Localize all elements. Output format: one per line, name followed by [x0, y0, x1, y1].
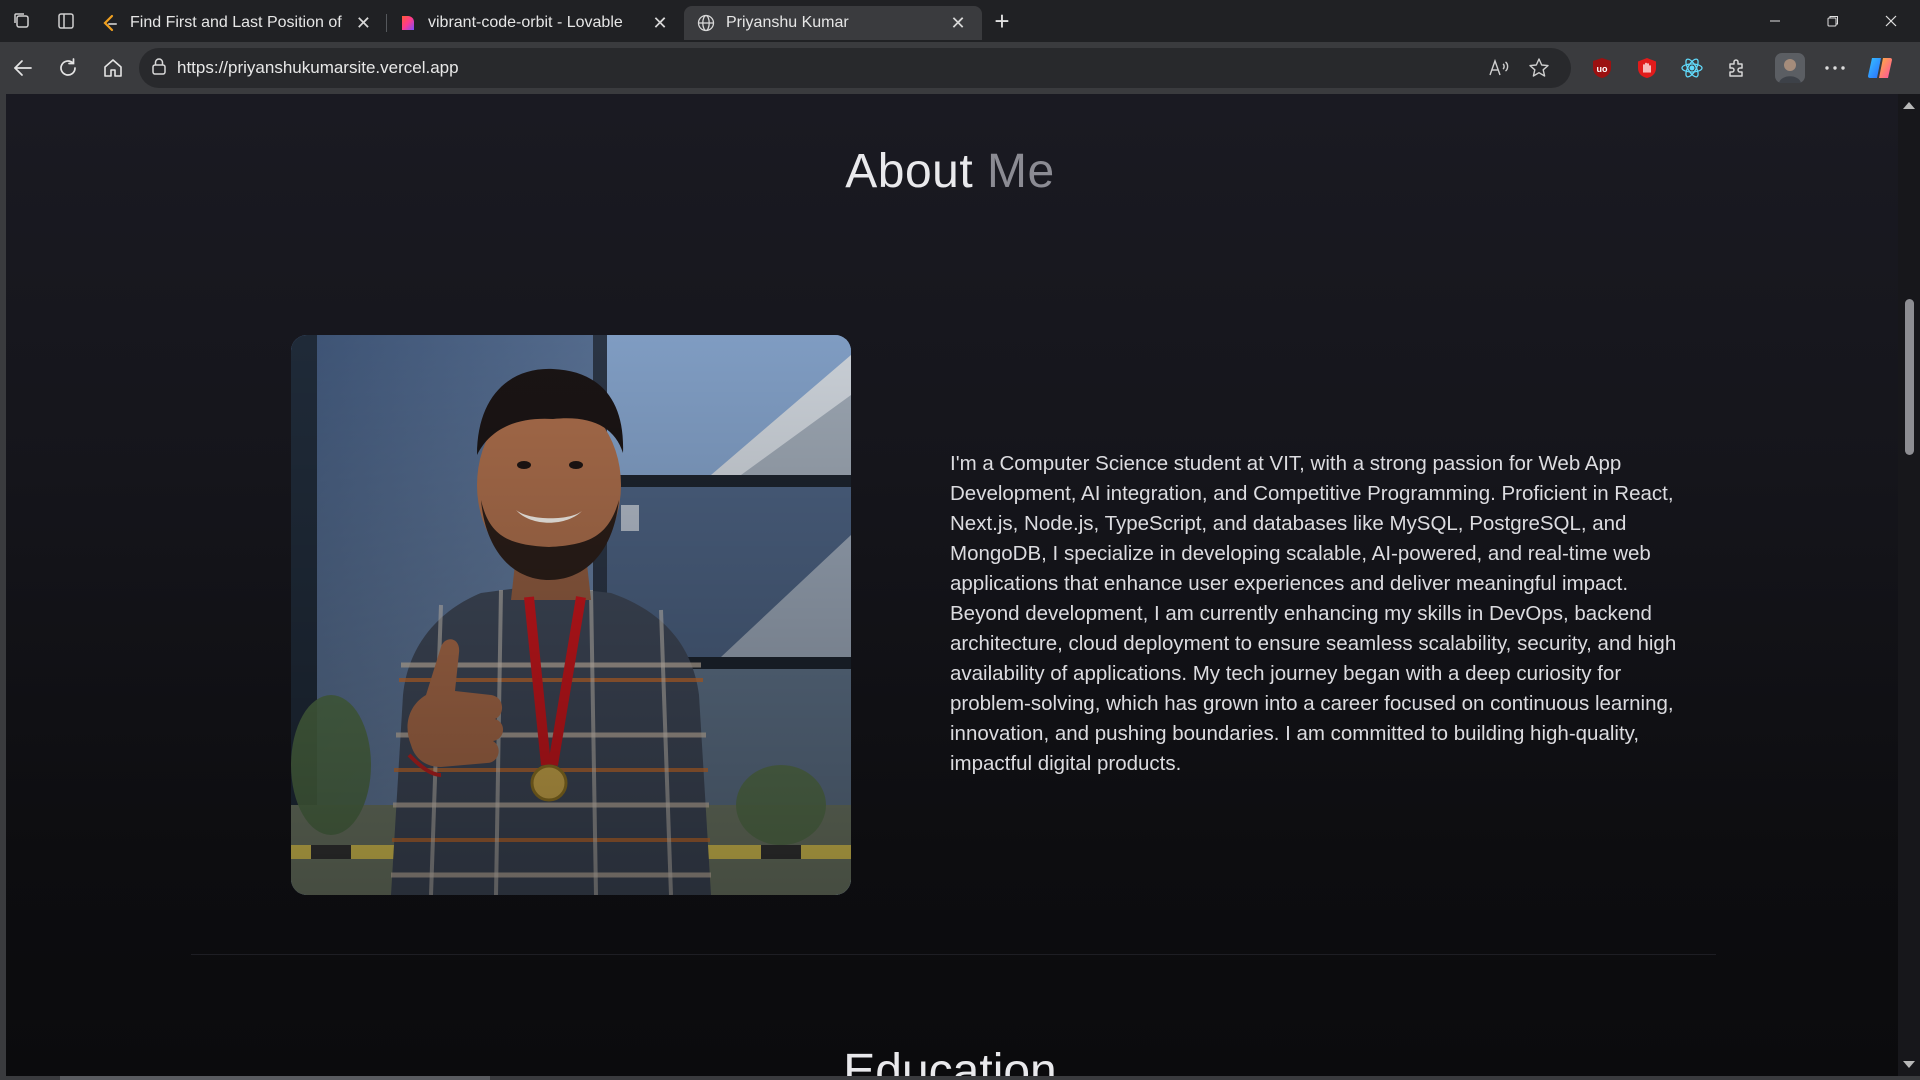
address-bar[interactable]: https://priyanshukumarsite.vercel.app: [139, 48, 1571, 88]
react-atom-icon: [1680, 58, 1703, 78]
restore-button[interactable]: [1804, 0, 1862, 42]
lovable-heart-icon: [398, 13, 418, 33]
scroll-thumb[interactable]: [1905, 299, 1914, 455]
ublock-origin-icon: uo: [1592, 58, 1611, 78]
copilot-button[interactable]: [1857, 48, 1902, 88]
close-tab-icon[interactable]: ✕: [353, 11, 374, 35]
refresh-button[interactable]: [45, 48, 90, 88]
read-aloud-icon[interactable]: [1479, 52, 1519, 84]
education-section-title: Education: [843, 1045, 1057, 1076]
title-main: About: [845, 145, 974, 198]
home-icon: [103, 59, 122, 77]
profile-photo: [291, 335, 851, 895]
page-viewport: About Me I'm a Computer Science student …: [6, 94, 1898, 1076]
workspaces-button[interactable]: [0, 0, 44, 42]
minimize-button[interactable]: [1746, 0, 1804, 42]
restore-icon: [1827, 16, 1838, 27]
lock-icon[interactable]: [151, 57, 167, 80]
tab-title: Priyanshu Kumar: [726, 14, 849, 31]
back-arrow-icon: [13, 60, 32, 76]
url-text[interactable]: https://priyanshukumarsite.vercel.app: [177, 58, 1479, 78]
ublock-extension-button[interactable]: uo: [1579, 48, 1624, 88]
back-button[interactable]: [0, 48, 45, 88]
puzzle-piece-icon: [1728, 59, 1743, 77]
vertical-tabs-icon: [58, 13, 74, 29]
close-tab-icon[interactable]: ✕: [946, 11, 970, 35]
section-divider: [191, 954, 1716, 955]
globe-icon: [696, 13, 716, 33]
window-controls: [1746, 0, 1920, 42]
ellipsis-icon: [1824, 66, 1845, 70]
horizontal-scroll-indicator: [60, 1076, 490, 1080]
leetcode-icon: [100, 13, 120, 33]
profile-photo-illustration: [291, 335, 851, 895]
about-section-title: About Me: [6, 144, 1894, 199]
minimize-icon: [1770, 20, 1780, 22]
hand-extension-button[interactable]: [1624, 48, 1669, 88]
page-scrollbar[interactable]: [1898, 94, 1920, 1076]
more-options-button[interactable]: [1812, 48, 1857, 88]
tab-portfolio[interactable]: Priyanshu Kumar ✕: [684, 6, 982, 40]
plus-icon: +: [994, 5, 1010, 36]
tab-title: Find First and Last Position of Eler: [130, 14, 345, 31]
title-accent: Me: [987, 145, 1055, 198]
profile-button[interactable]: [1767, 48, 1812, 88]
home-button[interactable]: [90, 48, 135, 88]
vertical-tabs-button[interactable]: [44, 0, 88, 42]
close-tab-icon[interactable]: ✕: [648, 11, 672, 35]
close-window-button[interactable]: [1862, 0, 1920, 42]
tab-lovable[interactable]: vibrant-code-orbit - Lovable ✕: [386, 6, 684, 40]
react-devtools-button[interactable]: [1669, 48, 1714, 88]
close-icon: [1885, 15, 1897, 27]
copilot-icon: [1867, 58, 1892, 78]
svg-text:uo: uo: [1596, 64, 1607, 74]
navigation-bar: https://priyanshukumarsite.vercel.app uo: [0, 42, 1920, 94]
workspaces-icon: [14, 13, 29, 28]
new-tab-button[interactable]: +: [982, 0, 1022, 42]
favorite-star-icon[interactable]: [1519, 52, 1559, 84]
tab-title: vibrant-code-orbit - Lovable: [428, 14, 623, 31]
red-hand-icon: [1637, 58, 1656, 78]
window-bottom-edge: [0, 1076, 1920, 1080]
scroll-down-arrow-icon[interactable]: [1903, 1061, 1915, 1068]
refresh-icon: [59, 58, 76, 76]
tab-strip: Find First and Last Position of Eler ✕ v…: [0, 0, 1920, 42]
scroll-up-arrow-icon[interactable]: [1903, 102, 1915, 109]
about-bio-text: I'm a Computer Science student at VIT, w…: [950, 452, 1677, 775]
avatar: [1774, 53, 1805, 83]
extensions-button[interactable]: [1714, 48, 1759, 88]
tab-leetcode[interactable]: Find First and Last Position of Eler ✕: [88, 6, 386, 40]
